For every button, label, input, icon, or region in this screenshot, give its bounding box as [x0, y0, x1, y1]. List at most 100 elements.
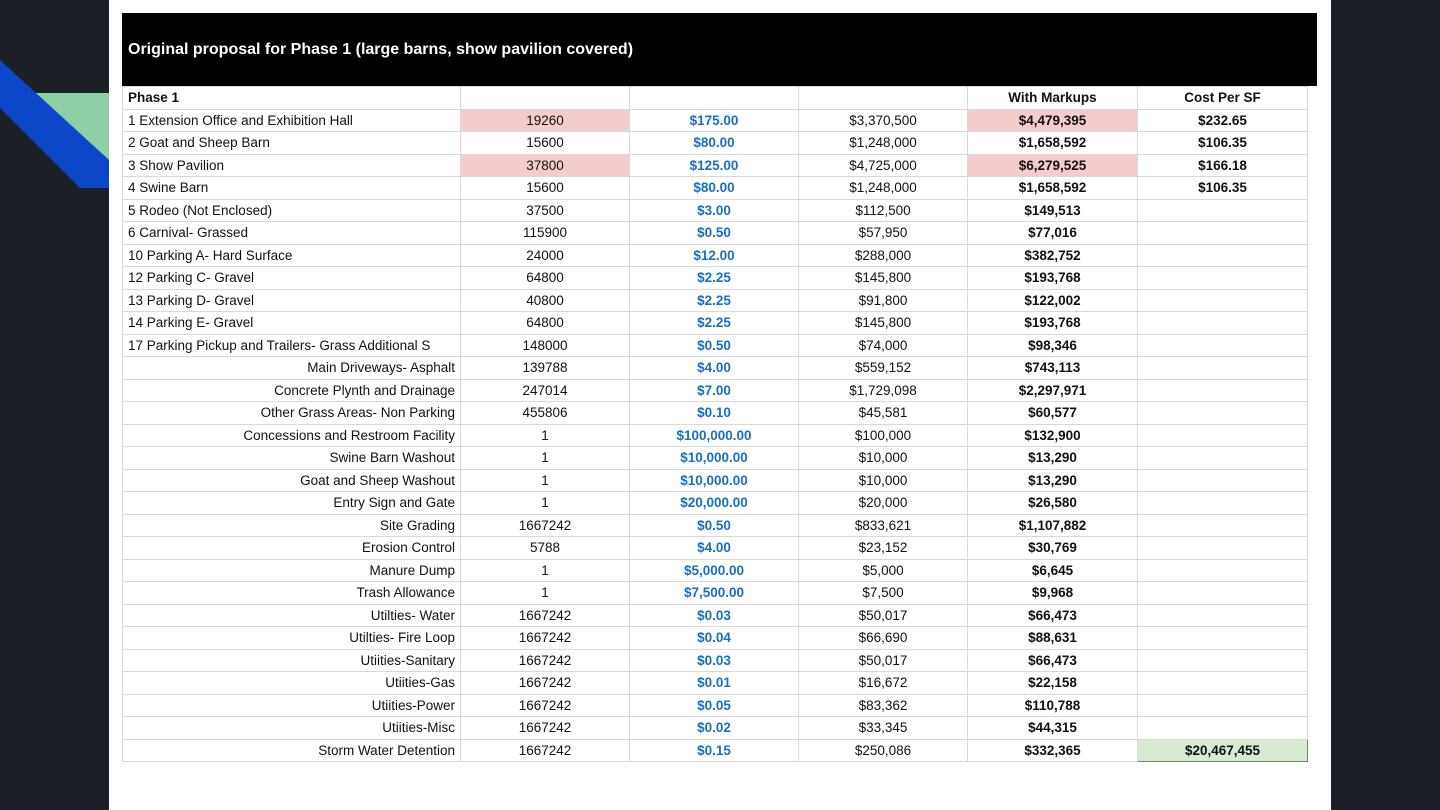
with-markups-cell[interactable]: $4,479,395: [967, 108, 1138, 132]
quantity-cell[interactable]: 1667242: [460, 603, 630, 627]
unit-rate-cell[interactable]: $10,000.00: [629, 468, 799, 492]
with-markups-cell[interactable]: $1,107,882: [967, 513, 1138, 537]
cost-cell[interactable]: $57,950: [798, 221, 968, 245]
cost-per-sf-cell[interactable]: [1137, 401, 1308, 425]
with-markups-cell[interactable]: $132,900: [967, 423, 1138, 447]
cost-cell[interactable]: $74,000: [798, 333, 968, 357]
with-markups-cell[interactable]: $332,365: [967, 738, 1138, 762]
unit-rate-cell[interactable]: $0.05: [629, 693, 799, 717]
cost-per-sf-cell[interactable]: $166.18: [1137, 153, 1308, 177]
item-name-cell[interactable]: 1 Extension Office and Exhibition Hall: [122, 108, 461, 132]
item-name-cell[interactable]: Utilties- Fire Loop: [122, 626, 461, 650]
cost-per-sf-cell[interactable]: [1137, 536, 1308, 560]
cost-per-sf-cell[interactable]: [1137, 243, 1308, 267]
item-name-cell[interactable]: 3 Show Pavilion: [122, 153, 461, 177]
with-markups-cell[interactable]: $22,158: [967, 671, 1138, 695]
with-markups-cell[interactable]: $66,473: [967, 648, 1138, 672]
cost-cell[interactable]: $5,000: [798, 558, 968, 582]
header-with-markups[interactable]: With Markups: [967, 86, 1138, 110]
cost-cell[interactable]: $23,152: [798, 536, 968, 560]
quantity-cell[interactable]: 455806: [460, 401, 630, 425]
quantity-cell[interactable]: 115900: [460, 221, 630, 245]
quantity-cell[interactable]: 24000: [460, 243, 630, 267]
unit-rate-cell[interactable]: $0.50: [629, 333, 799, 357]
unit-rate-cell[interactable]: $125.00: [629, 153, 799, 177]
cost-per-sf-cell[interactable]: [1137, 513, 1308, 537]
item-name-cell[interactable]: Utilties- Water: [122, 603, 461, 627]
unit-rate-cell[interactable]: $5,000.00: [629, 558, 799, 582]
item-name-cell[interactable]: 4 Swine Barn: [122, 176, 461, 200]
quantity-cell[interactable]: 37500: [460, 198, 630, 222]
with-markups-cell[interactable]: $382,752: [967, 243, 1138, 267]
cost-per-sf-cell[interactable]: [1137, 446, 1308, 470]
with-markups-cell[interactable]: $743,113: [967, 356, 1138, 380]
unit-rate-cell[interactable]: $4.00: [629, 356, 799, 380]
item-name-cell[interactable]: 17 Parking Pickup and Trailers- Grass Ad…: [122, 333, 461, 357]
header-col-b[interactable]: [460, 86, 630, 110]
quantity-cell[interactable]: 247014: [460, 378, 630, 402]
unit-rate-cell[interactable]: $80.00: [629, 176, 799, 200]
item-name-cell[interactable]: Utiities-Gas: [122, 671, 461, 695]
unit-rate-cell[interactable]: $10,000.00: [629, 446, 799, 470]
with-markups-cell[interactable]: $149,513: [967, 198, 1138, 222]
cost-cell[interactable]: $559,152: [798, 356, 968, 380]
item-name-cell[interactable]: Entry Sign and Gate: [122, 491, 461, 515]
quantity-cell[interactable]: 1: [460, 491, 630, 515]
cost-cell[interactable]: $66,690: [798, 626, 968, 650]
item-name-cell[interactable]: 6 Carnival- Grassed: [122, 221, 461, 245]
unit-rate-cell[interactable]: $7.00: [629, 378, 799, 402]
with-markups-cell[interactable]: $60,577: [967, 401, 1138, 425]
item-name-cell[interactable]: Swine Barn Washout: [122, 446, 461, 470]
cost-per-sf-cell[interactable]: [1137, 716, 1308, 740]
with-markups-cell[interactable]: $98,346: [967, 333, 1138, 357]
cost-per-sf-cell[interactable]: [1137, 558, 1308, 582]
quantity-cell[interactable]: 1: [460, 581, 630, 605]
cost-per-sf-cell[interactable]: [1137, 648, 1308, 672]
with-markups-cell[interactable]: $2,297,971: [967, 378, 1138, 402]
item-name-cell[interactable]: Storm Water Detention: [122, 738, 461, 762]
cost-cell[interactable]: $45,581: [798, 401, 968, 425]
cost-cell[interactable]: $1,248,000: [798, 176, 968, 200]
item-name-cell[interactable]: 13 Parking D- Gravel: [122, 288, 461, 312]
with-markups-cell[interactable]: $193,768: [967, 266, 1138, 290]
unit-rate-cell[interactable]: $100,000.00: [629, 423, 799, 447]
header-cost-per-sf[interactable]: Cost Per SF: [1137, 86, 1308, 110]
unit-rate-cell[interactable]: $20,000.00: [629, 491, 799, 515]
quantity-cell[interactable]: 1667242: [460, 648, 630, 672]
cost-cell[interactable]: $50,017: [798, 648, 968, 672]
with-markups-cell[interactable]: $13,290: [967, 468, 1138, 492]
unit-rate-cell[interactable]: $2.25: [629, 266, 799, 290]
item-name-cell[interactable]: Site Grading: [122, 513, 461, 537]
cost-cell[interactable]: $33,345: [798, 716, 968, 740]
quantity-cell[interactable]: 1: [460, 468, 630, 492]
item-name-cell[interactable]: Utiities-Power: [122, 693, 461, 717]
cost-per-sf-cell[interactable]: [1137, 626, 1308, 650]
quantity-cell[interactable]: 1: [460, 446, 630, 470]
cost-cell[interactable]: $50,017: [798, 603, 968, 627]
item-name-cell[interactable]: Trash Allowance: [122, 581, 461, 605]
item-name-cell[interactable]: Utiities-Misc: [122, 716, 461, 740]
with-markups-cell[interactable]: $122,002: [967, 288, 1138, 312]
cost-cell[interactable]: $288,000: [798, 243, 968, 267]
quantity-cell[interactable]: 1: [460, 558, 630, 582]
cost-per-sf-cell[interactable]: [1137, 221, 1308, 245]
quantity-cell[interactable]: 1667242: [460, 693, 630, 717]
item-name-cell[interactable]: Main Driveways- Asphalt: [122, 356, 461, 380]
with-markups-cell[interactable]: $13,290: [967, 446, 1138, 470]
unit-rate-cell[interactable]: $175.00: [629, 108, 799, 132]
cost-per-sf-cell[interactable]: [1137, 311, 1308, 335]
with-markups-cell[interactable]: $26,580: [967, 491, 1138, 515]
unit-rate-cell[interactable]: $2.25: [629, 311, 799, 335]
cost-per-sf-cell[interactable]: $106.35: [1137, 176, 1308, 200]
cost-per-sf-cell[interactable]: [1137, 198, 1308, 222]
grand-total-cell[interactable]: $20,467,455: [1137, 738, 1308, 762]
with-markups-cell[interactable]: $44,315: [967, 716, 1138, 740]
cost-per-sf-cell[interactable]: [1137, 468, 1308, 492]
cost-per-sf-cell[interactable]: [1137, 378, 1308, 402]
item-name-cell[interactable]: Concrete Plynth and Drainage: [122, 378, 461, 402]
cost-cell[interactable]: $100,000: [798, 423, 968, 447]
cost-per-sf-cell[interactable]: [1137, 266, 1308, 290]
unit-rate-cell[interactable]: $0.02: [629, 716, 799, 740]
quantity-cell[interactable]: 139788: [460, 356, 630, 380]
quantity-cell[interactable]: 148000: [460, 333, 630, 357]
